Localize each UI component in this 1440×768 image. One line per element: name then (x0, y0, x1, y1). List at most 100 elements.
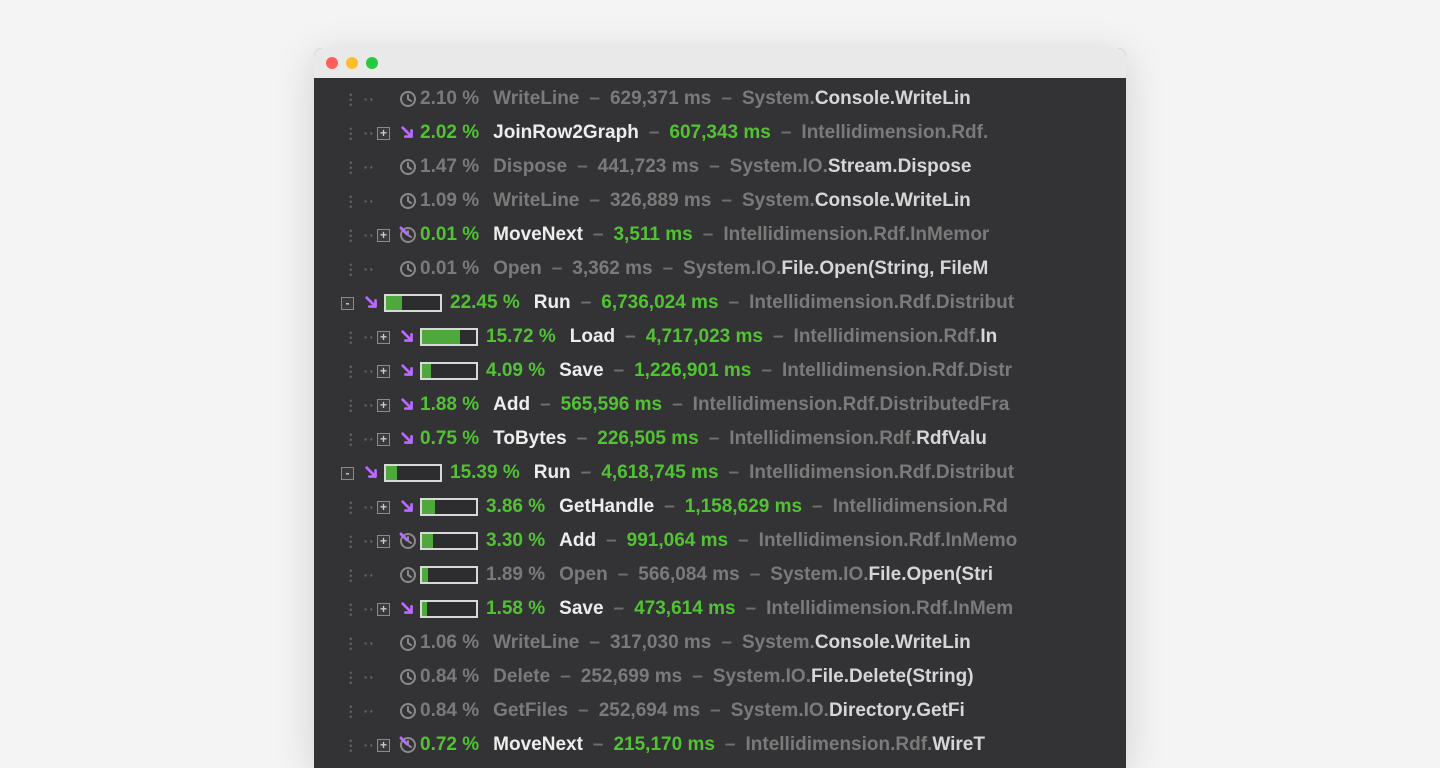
tree-row[interactable]: ⋮ ··1.06 %WriteLine–317,030 ms–System.Co… (314, 626, 1126, 660)
time-value: 629,371 ms (610, 88, 711, 110)
call-arrow-icon (360, 295, 384, 311)
tree-lines: ⋮ ·· (344, 363, 375, 380)
namespace-path: System.IO.File.Delete(String) (713, 666, 974, 688)
percent-value: 1.89 % (486, 564, 545, 586)
separator: – (725, 734, 736, 756)
namespace-path: Intellidimension.Rdf. (801, 122, 988, 144)
tree-row[interactable]: ⋮ ··+0.72 %MoveNext–215,170 ms–Intellidi… (314, 728, 1126, 762)
time-value: 226,505 ms (597, 428, 698, 450)
collapse-icon[interactable]: - (341, 297, 354, 310)
tree-lines: ⋮ ·· (344, 397, 375, 414)
separator: – (738, 530, 749, 552)
tree-row[interactable]: ⋮ ··2.10 %WriteLine–629,371 ms–System.Co… (314, 82, 1126, 116)
tree-lines: ⋮ ·· (344, 329, 375, 346)
namespace-path: Intellidimension.Rdf.DistributedFra (693, 394, 1010, 416)
expand-icon[interactable]: + (377, 501, 390, 514)
tree-row[interactable]: -15.39 %Run–4,618,745 ms–Intellidimensio… (314, 456, 1126, 490)
separator: – (703, 224, 714, 246)
method-name: GetFiles (493, 700, 568, 722)
close-icon[interactable] (326, 57, 338, 69)
method-name: WriteLine (493, 190, 579, 212)
percent-value: 1.88 % (420, 394, 479, 416)
tree-lines: ⋮ ·· (344, 567, 375, 584)
namespace-path: System.Console.WriteLin (742, 190, 971, 212)
tree-row[interactable]: ⋮ ··1.47 %Dispose–441,723 ms–System.IO.S… (314, 150, 1126, 184)
percent-value: 1.09 % (420, 190, 479, 212)
tree-row[interactable]: ⋮ ··+1.58 %Save–473,614 ms–Intellidimens… (314, 592, 1126, 626)
expand-icon[interactable]: + (377, 739, 390, 752)
collapse-icon[interactable]: - (341, 467, 354, 480)
tree-row[interactable]: ⋮ ··1.09 %WriteLine–326,889 ms–System.Co… (314, 184, 1126, 218)
namespace-path: Intellidimension.Rdf.Distr (782, 360, 1012, 382)
separator: – (589, 88, 600, 110)
time-bar (420, 328, 478, 346)
separator: – (614, 598, 625, 620)
expand-icon[interactable]: + (377, 535, 390, 548)
method-name: ToBytes (493, 428, 567, 450)
tree-lines: ⋮ ·· (344, 193, 375, 210)
tree-gutter: ⋮ ··+ (314, 601, 396, 618)
tree-row[interactable]: ⋮ ··+1.88 %Add–565,596 ms–Intellidimensi… (314, 388, 1126, 422)
expand-icon[interactable]: + (377, 365, 390, 378)
expand-icon[interactable]: + (377, 127, 390, 140)
tree-gutter: ⋮ ··+ (314, 431, 396, 448)
expand-icon[interactable]: + (377, 433, 390, 446)
percent-value: 0.84 % (420, 666, 479, 688)
percent-value: 0.75 % (420, 428, 479, 450)
separator: – (721, 190, 732, 212)
tree-gutter: ⋮ ·· (314, 91, 396, 108)
tree-gutter: ⋮ ·· (314, 635, 396, 652)
clock-icon (396, 634, 420, 652)
expand-icon[interactable]: + (377, 399, 390, 412)
tree-gutter: ⋮ ·· (314, 159, 396, 176)
tree-row[interactable]: ⋮ ··+4.09 %Save–1,226,901 ms–Intellidime… (314, 354, 1126, 388)
tree-row[interactable]: ⋮ ··+0.75 %ToBytes–226,505 ms–Intellidim… (314, 422, 1126, 456)
percent-value: 15.72 % (486, 326, 556, 348)
tree-row[interactable]: ⋮ ··0.01 %Open–3,362 ms–System.IO.File.O… (314, 252, 1126, 286)
separator: – (721, 632, 732, 654)
tree-lines: ⋮ ·· (344, 125, 375, 142)
minimize-icon[interactable] (346, 57, 358, 69)
namespace-path: System.Console.WriteLin (742, 88, 971, 110)
expand-icon[interactable]: + (377, 603, 390, 616)
tree-row[interactable]: -22.45 %Run–6,736,024 ms–Intellidimensio… (314, 286, 1126, 320)
time-value: 326,889 ms (610, 190, 711, 212)
tree-row[interactable]: ⋮ ··+2.02 %JoinRow2Graph–607,343 ms–Inte… (314, 116, 1126, 150)
method-name: Save (559, 598, 603, 620)
tree-lines: ⋮ ·· (344, 669, 375, 686)
separator: – (746, 598, 757, 620)
percent-value: 3.86 % (486, 496, 545, 518)
expand-icon[interactable]: + (377, 229, 390, 242)
call-tree[interactable]: ⋮ ··2.10 %WriteLine–629,371 ms–System.Co… (314, 78, 1126, 768)
time-bar (420, 498, 478, 516)
tree-row[interactable]: ⋮ ··+3.86 %GetHandle–1,158,629 ms–Intell… (314, 490, 1126, 524)
tree-gutter: ⋮ ··+ (314, 363, 396, 380)
separator: – (761, 360, 772, 382)
tree-gutter: ⋮ ··+ (314, 227, 396, 244)
separator: – (710, 700, 721, 722)
tree-gutter: - (314, 467, 360, 480)
tree-row[interactable]: ⋮ ··0.84 %Delete–252,699 ms–System.IO.Fi… (314, 660, 1126, 694)
tree-row[interactable]: ⋮ ··+3.30 %Add–991,064 ms–Intellidimensi… (314, 524, 1126, 558)
tree-row[interactable]: ⋮ ··0.84 %GetFiles–252,694 ms–System.IO.… (314, 694, 1126, 728)
zoom-icon[interactable] (366, 57, 378, 69)
time-value: 3,362 ms (572, 258, 652, 280)
tree-row[interactable]: ⋮ ··+15.72 %Load–4,717,023 ms–Intellidim… (314, 320, 1126, 354)
expand-icon[interactable]: + (377, 331, 390, 344)
separator: – (578, 700, 589, 722)
tree-lines: ⋮ ·· (344, 227, 375, 244)
tree-gutter: ⋮ ··+ (314, 499, 396, 516)
clock-icon (396, 90, 420, 108)
tree-row[interactable]: ⋮ ··1.89 %Open–566,084 ms–System.IO.File… (314, 558, 1126, 592)
percent-value: 0.01 % (420, 258, 479, 280)
method-name: WriteLine (493, 88, 579, 110)
separator: – (593, 734, 604, 756)
tree-lines: ⋮ ·· (344, 431, 375, 448)
namespace-path: System.IO.Directory.GetFi (731, 700, 965, 722)
separator: – (664, 496, 675, 518)
namespace-path: Intellidimension.Rdf.InMem (766, 598, 1013, 620)
tree-row[interactable]: ⋮ ··+0.01 %MoveNext–3,511 ms–Intellidime… (314, 218, 1126, 252)
time-value: 317,030 ms (610, 632, 711, 654)
tree-gutter: ⋮ ·· (314, 669, 396, 686)
time-value: 566,084 ms (638, 564, 739, 586)
